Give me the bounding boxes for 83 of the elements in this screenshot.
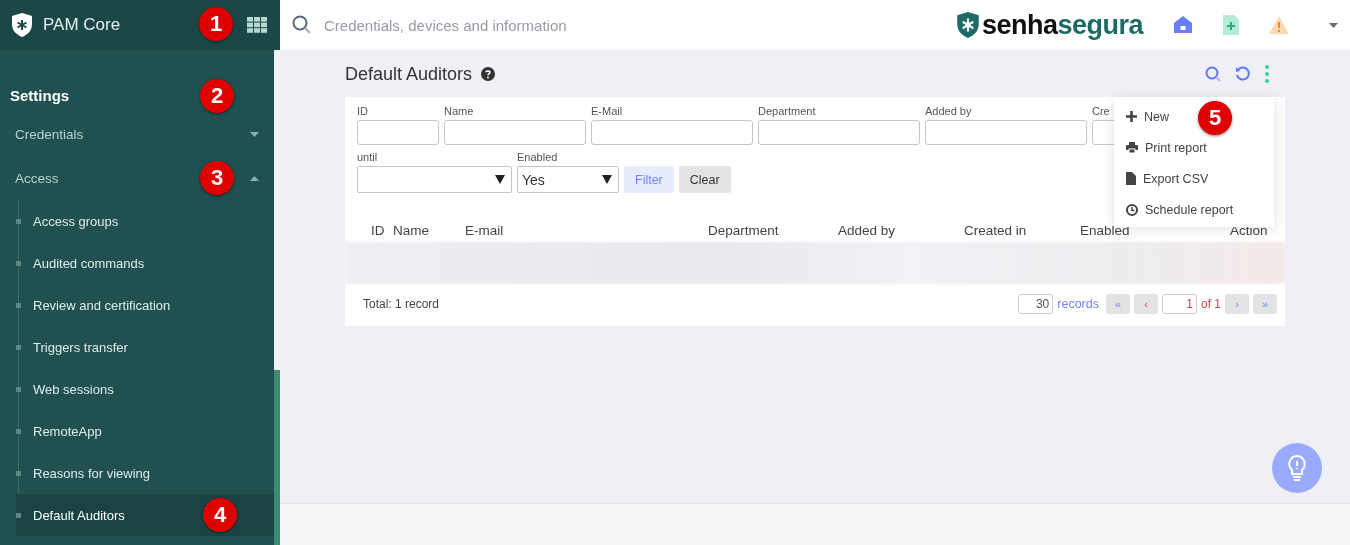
sidebar-item[interactable]: Triggers transfer: [16, 326, 274, 368]
filter-field[interactable]: [591, 120, 753, 145]
step-marker: 1: [199, 7, 233, 41]
menu-item[interactable]: Export CSV: [1114, 163, 1274, 194]
sidebar-item[interactable]: Audited commands: [16, 242, 274, 284]
caret-down-icon: [250, 131, 259, 137]
filter-label: Department: [758, 105, 816, 117]
page-count-label: of 1: [1201, 297, 1221, 311]
filter-field[interactable]: [444, 120, 586, 145]
column-header: E-mail: [465, 223, 505, 238]
page-title: Default Auditors: [345, 63, 473, 85]
sidebar-item[interactable]: Web sessions: [16, 368, 274, 410]
clock-icon: [1126, 203, 1138, 216]
step-marker: 2: [200, 79, 234, 113]
shield-logo-icon: [11, 12, 33, 38]
caret-down-icon: [495, 175, 505, 184]
warning-icon[interactable]: [1269, 16, 1290, 34]
records-label: records: [1057, 297, 1099, 311]
filter-field[interactable]: [357, 120, 439, 145]
caret-down-icon[interactable]: [1329, 22, 1338, 28]
bullet-icon: [16, 344, 21, 350]
filter-label: Added by: [925, 105, 972, 117]
more-options-icon[interactable]: [1265, 65, 1269, 83]
bullet-icon: [16, 512, 21, 518]
app-name: PAM Core: [43, 15, 121, 35]
bullet-icon: [16, 218, 21, 224]
column-header: ID: [371, 223, 386, 238]
filter-label: Name: [444, 105, 474, 117]
filter-label: E-Mail: [591, 105, 623, 117]
menu-item[interactable]: Schedule report: [1114, 194, 1274, 225]
select-field[interactable]: Yes: [517, 166, 619, 193]
sidebar-item[interactable]: Reasons for viewing: [16, 452, 274, 494]
filter-label: until: [357, 151, 378, 163]
sidebar-section[interactable]: Access 3: [0, 156, 274, 200]
clear-button[interactable]: Clear: [678, 166, 731, 193]
column-header: Enabled: [1080, 223, 1131, 238]
search-icon[interactable]: [1205, 66, 1221, 82]
bullet-icon: [16, 428, 21, 434]
caret-down-icon: [602, 175, 612, 184]
filter-label: Cre: [1092, 105, 1110, 117]
select-field[interactable]: [357, 166, 512, 193]
column-header: Department: [708, 223, 780, 238]
brand-logo-text: senhasegura: [982, 9, 1144, 41]
page-number-field[interactable]: 1: [1162, 294, 1197, 314]
filter-field[interactable]: [758, 120, 920, 145]
menu-item[interactable]: Print report: [1114, 132, 1274, 163]
add-document-icon[interactable]: [1223, 15, 1240, 35]
refresh-icon[interactable]: [1235, 66, 1251, 82]
record-total: Total: 1 record: [363, 297, 440, 311]
step-marker: 4: [203, 498, 237, 532]
sidebar-item[interactable]: Default Auditors 4: [16, 494, 274, 536]
bullet-icon: [16, 470, 21, 476]
apps-grid-icon[interactable]: [247, 17, 267, 33]
step-marker: 5: [1198, 101, 1232, 135]
column-header: Name: [393, 223, 430, 238]
home-icon[interactable]: [1173, 15, 1194, 35]
sidebar-section[interactable]: Credentials: [0, 112, 274, 156]
filter-label: Enabled: [517, 151, 558, 163]
printer-icon: [1126, 142, 1138, 153]
column-header: Added by: [838, 223, 897, 238]
sidebar-item[interactable]: Access groups: [16, 200, 274, 242]
help-icon[interactable]: [481, 67, 496, 81]
previous-page-button[interactable]: ‹: [1134, 294, 1158, 314]
column-header: Created in: [964, 223, 1028, 238]
bullet-icon: [16, 302, 21, 308]
filter-field[interactable]: [925, 120, 1087, 145]
sidebar-item[interactable]: RemoteApp: [16, 410, 274, 452]
bullet-icon: [16, 386, 21, 392]
page-size-field[interactable]: 30: [1018, 294, 1054, 314]
filter-label: ID: [357, 105, 368, 117]
step-marker: 3: [200, 161, 234, 195]
file-icon: [1126, 172, 1136, 185]
search-icon[interactable]: [292, 15, 312, 35]
sidebar-heading: Settings: [10, 87, 70, 104]
tips-button[interactable]: [1272, 443, 1322, 493]
shield-logo-icon: [956, 11, 980, 39]
plus-icon: [1126, 111, 1137, 122]
bullet-icon: [16, 260, 21, 266]
sidebar-item[interactable]: Review and certification: [16, 284, 274, 326]
lightbulb-icon: [1287, 454, 1307, 482]
menu-item[interactable]: New 5: [1114, 101, 1274, 132]
column-header: Action: [1230, 223, 1269, 238]
caret-up-icon: [250, 175, 259, 181]
